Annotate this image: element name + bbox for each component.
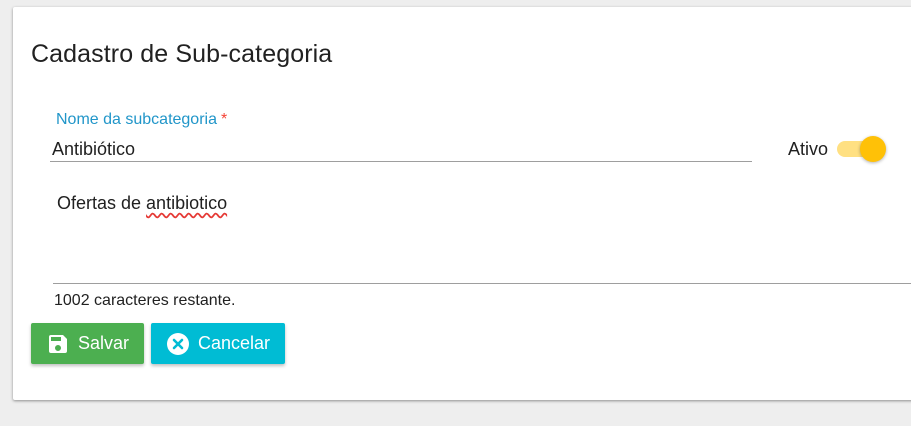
active-toggle-group: Ativo <box>788 134 887 164</box>
description-text-prefix: Ofertas de <box>57 193 147 213</box>
remaining-characters: 1002 caracteres restante. <box>54 292 236 309</box>
active-label: Ativo <box>788 138 829 159</box>
name-field-label-text: Nome da subcategoria <box>56 111 217 128</box>
toggle-thumb <box>860 136 887 162</box>
form-card: Cadastro de Sub-categoria Nome da subcat… <box>13 7 911 400</box>
description-text: Ofertas de antibiotico <box>57 193 227 214</box>
required-mark: * <box>220 111 228 128</box>
floppy-disk-icon <box>48 334 67 353</box>
cancel-button[interactable]: Cancelar <box>151 323 285 364</box>
save-button[interactable]: Salvar <box>31 323 144 364</box>
page-title: Cadastro de Sub-categoria <box>31 40 333 68</box>
description-textarea[interactable]: Ofertas de antibiotico <box>53 185 911 284</box>
save-button-label: Salvar <box>77 333 130 353</box>
name-field-label: Nome da subcategoria * <box>56 111 227 129</box>
close-circle-icon <box>166 332 189 355</box>
subcategory-name-input[interactable] <box>50 137 752 162</box>
misspelled-word: antibiotico <box>146 193 228 213</box>
active-toggle[interactable] <box>834 134 887 164</box>
cancel-button-label: Cancelar <box>197 333 271 353</box>
